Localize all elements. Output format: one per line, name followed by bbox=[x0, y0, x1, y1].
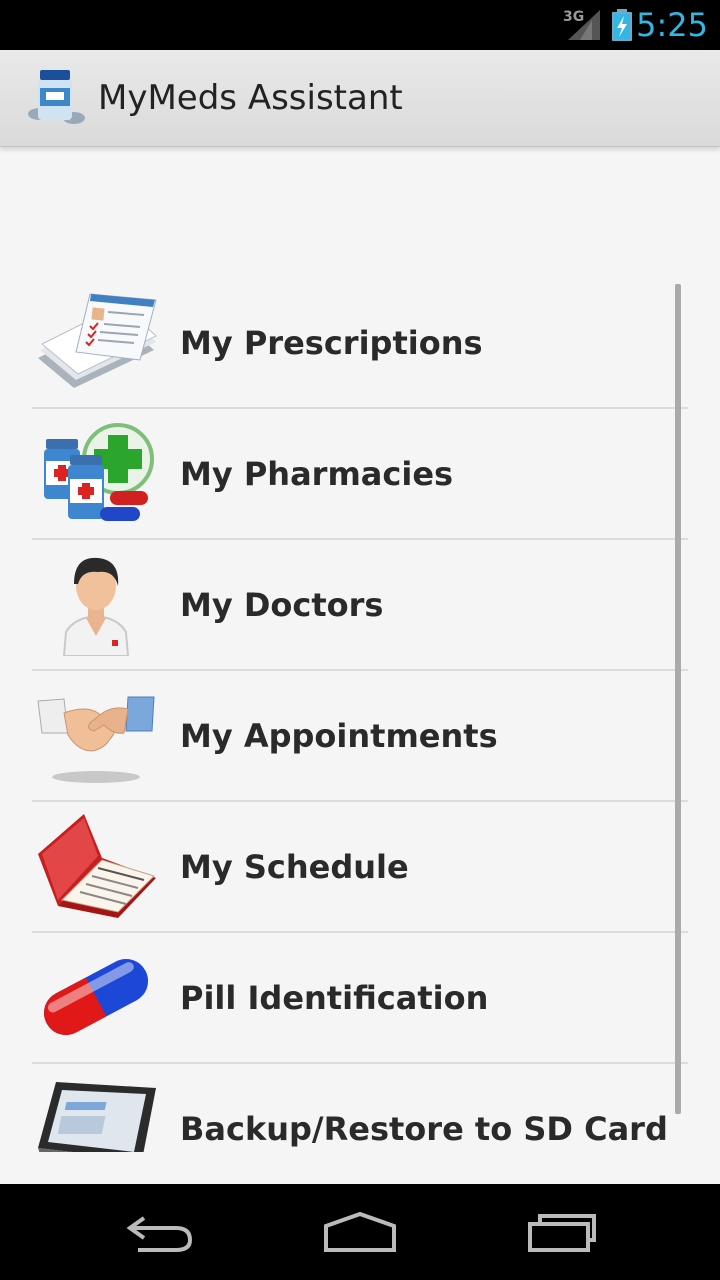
schedule-book-icon bbox=[38, 814, 156, 918]
home-icon[interactable] bbox=[322, 1210, 398, 1254]
action-bar: MyMeds Assistant bbox=[0, 50, 720, 147]
tablet-device-icon bbox=[38, 1082, 156, 1152]
menu-item-my-prescriptions[interactable]: My Prescriptions bbox=[32, 278, 688, 409]
pill-capsule-icon bbox=[43, 959, 149, 1035]
handshake-icon bbox=[37, 696, 155, 783]
app-title: MyMeds Assistant bbox=[98, 78, 403, 118]
medicine-bottle-icon[interactable] bbox=[26, 68, 88, 128]
battery-charging-icon bbox=[612, 9, 632, 41]
menu-item-label: Backup/Restore to SD Card bbox=[180, 1110, 668, 1148]
menu-item-label: Pill Identification bbox=[180, 979, 489, 1017]
back-icon[interactable] bbox=[124, 1210, 196, 1254]
menu-item-my-doctors[interactable]: My Doctors bbox=[32, 540, 688, 671]
menu-item-label: My Schedule bbox=[180, 848, 409, 886]
menu-item-label: My Doctors bbox=[180, 586, 384, 624]
menu-item-my-schedule[interactable]: My Schedule bbox=[32, 802, 688, 933]
doctor-icon bbox=[62, 557, 130, 656]
menu-item-label: My Appointments bbox=[180, 717, 498, 755]
prescription-notes-icon bbox=[38, 293, 157, 388]
menu-item-my-appointments[interactable]: My Appointments bbox=[32, 671, 688, 802]
pharmacy-bottles-icon bbox=[44, 423, 154, 521]
network-type: 3G bbox=[563, 9, 585, 25]
clock: 5:25 bbox=[636, 6, 708, 44]
menu-item-my-pharmacies[interactable]: My Pharmacies bbox=[32, 409, 688, 540]
navigation-bar bbox=[0, 1184, 720, 1280]
recent-apps-icon[interactable] bbox=[526, 1210, 598, 1254]
main-menu-list: My Prescriptions My Pharmacies My Doctor… bbox=[32, 278, 688, 1152]
menu-item-pill-identification[interactable]: Pill Identification bbox=[32, 933, 688, 1064]
menu-item-label: My Pharmacies bbox=[180, 455, 454, 493]
scrollbar[interactable] bbox=[675, 284, 681, 1114]
menu-item-backup-restore[interactable]: Backup/Restore to SD Card bbox=[32, 1064, 688, 1152]
status-bar: 3G 5:25 bbox=[0, 0, 720, 50]
menu-item-label: My Prescriptions bbox=[180, 324, 483, 362]
